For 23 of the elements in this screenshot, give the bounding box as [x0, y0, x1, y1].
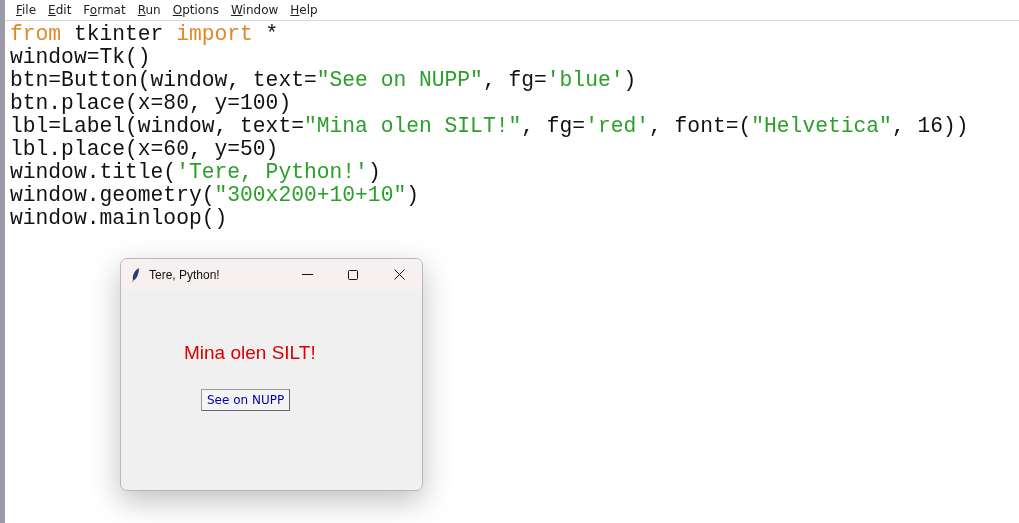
code-line: window.geometry("300x200+10+10") — [10, 184, 419, 207]
code-line: lbl=Label(window, text="Mina olen SILT!", fg='red', font=("Helvetica", 16)) — [10, 115, 969, 138]
code-line: window.title('Tere, Python!') — [10, 161, 381, 184]
code-line: btn.place(x=80, y=100) — [10, 92, 292, 115]
menu-item[interactable]: Window — [225, 3, 285, 17]
code-line: lbl.place(x=60, y=50) — [10, 138, 279, 161]
close-icon — [393, 269, 405, 280]
menu-item[interactable]: Help — [284, 3, 324, 17]
label-text: Mina olen SILT! — [184, 342, 316, 364]
minimize-icon — [301, 274, 313, 275]
code-line: window.mainloop() — [10, 207, 228, 230]
menu-item[interactable]: Edit — [42, 3, 78, 17]
code-line: from tkinter import * — [10, 23, 279, 46]
menu-item[interactable]: Run — [131, 3, 167, 17]
window-title: Tere, Python! — [149, 267, 221, 282]
maximize-icon — [348, 269, 358, 280]
nupp-button[interactable]: See on NUPP — [201, 389, 291, 411]
code-line: btn=Button(window, text="See on NUPP", fg='blue') — [10, 69, 637, 92]
feather-icon — [131, 266, 140, 283]
menu-item[interactable]: File — [10, 3, 43, 17]
code-line: window=Tk() — [10, 46, 151, 69]
menu-item[interactable]: Options — [166, 3, 225, 17]
menu-item[interactable]: Format — [77, 3, 132, 17]
